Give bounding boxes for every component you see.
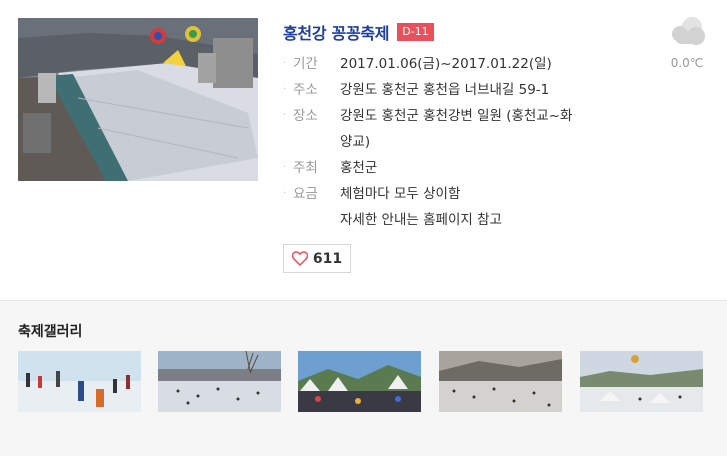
info-value-line: 강원도 홍천군 홍천강변 일원 (홍천교~화 [340,108,573,124]
gallery-photo [298,351,421,412]
gallery-title: 축제갤러리 [18,324,83,340]
festival-info-list: · 기간 2017.01.06(금)~2017.01.22(일) · 주소 강원… [283,51,643,233]
info-label: 주소 [293,82,318,98]
dday-badge: D-11 [397,23,434,41]
like-button[interactable]: 611 [283,244,351,273]
info-value-line: 체험마다 모두 상이함 [340,186,461,202]
cloud-icon [672,17,705,45]
bullet-icon: · [283,84,287,95]
info-label: 기간 [293,56,318,72]
info-label: 주최 [293,160,318,176]
gallery-photo [18,351,141,412]
info-value: 강원도 홍천군 홍천읍 너브내길 59-1 [340,77,643,103]
info-label: 요금 [293,186,318,202]
info-row-address: · 주소 강원도 홍천군 홍천읍 너브내길 59-1 [283,77,643,103]
heart-icon [291,251,308,266]
gallery-photo [580,351,703,412]
festival-title-row: 홍천강 꽁꽁축제 D-11 [283,20,434,44]
info-row-venue: · 장소 강원도 홍천군 홍천강변 일원 (홍천교~화 양교) [283,103,643,155]
gallery-thumb-5[interactable] [580,351,703,412]
info-row-fee: · 요금 체험마다 모두 상이함 자세한 안내는 홈페이지 참고 [283,181,643,233]
like-count: 611 [312,250,343,267]
info-value-line: 자세한 안내는 홈페이지 참고 [340,212,502,228]
festival-card: 홍천강 꽁꽁축제 D-11 · 기간 2017.01.06(금)~2017.01… [0,0,727,300]
gallery-thumb-4[interactable] [439,351,562,412]
info-value: 체험마다 모두 상이함 자세한 안내는 홈페이지 참고 [340,181,643,233]
info-row-host: · 주최 홍천군 [283,155,643,181]
bullet-icon: · [283,110,287,121]
info-value-line: 양교) [340,134,371,150]
festival-title-link[interactable]: 홍천강 꽁꽁축제 [283,20,390,44]
gallery-photo [439,351,562,412]
info-value: 2017.01.06(금)~2017.01.22(일) [340,51,643,77]
festival-gallery-section: 축제갤러리 [0,300,727,456]
festival-aerial-image [18,18,258,181]
festival-main-photo[interactable] [18,18,258,181]
bullet-icon: · [283,162,287,173]
info-value-line: 강원도 홍천군 홍천읍 너브내길 59-1 [340,82,550,98]
info-row-period: · 기간 2017.01.06(금)~2017.01.22(일) [283,51,643,77]
gallery-photo [158,351,281,412]
info-value-line: 2017.01.06(금)~2017.01.22(일) [340,56,552,72]
gallery-thumb-1[interactable] [18,351,141,412]
info-value: 강원도 홍천군 홍천강변 일원 (홍천교~화 양교) [340,103,643,155]
gallery-thumb-2[interactable] [158,351,281,412]
bullet-icon: · [283,188,287,199]
gallery-thumb-3[interactable] [298,351,421,412]
info-label: 장소 [293,108,318,124]
weather-widget: 0.0℃ [663,14,711,70]
info-value-line: 홍천군 [340,160,378,176]
info-value: 홍천군 [340,155,643,181]
temperature: 0.0℃ [670,56,704,70]
bullet-icon: · [283,58,287,69]
